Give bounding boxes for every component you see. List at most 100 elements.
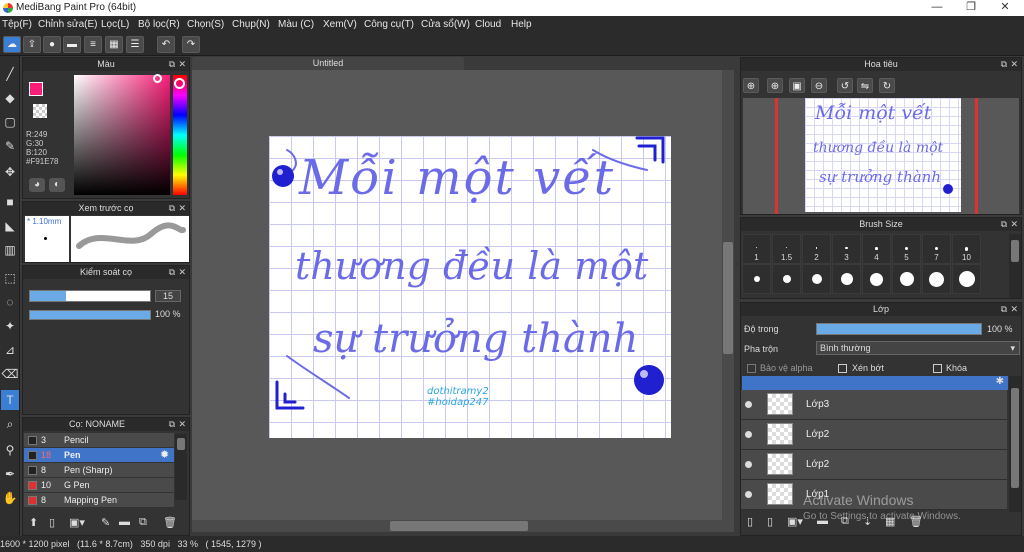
color-settings-icon[interactable]: ◐ [49, 178, 65, 192]
maximize-button[interactable]: ❐ [954, 0, 988, 16]
rotate-right-icon[interactable]: ↻ [879, 78, 895, 93]
menu-select-layer[interactable]: Lọc(L) [101, 19, 129, 30]
clipping-checkbox[interactable] [838, 364, 847, 373]
brush-size-preset[interactable]: 10 [952, 234, 981, 294]
popout-icon[interactable]: ⧉ [169, 266, 175, 279]
menu-help[interactable]: Help [511, 19, 532, 30]
brush-size-preset[interactable]: 2 [802, 234, 831, 294]
visibility-icon[interactable] [745, 491, 752, 498]
zoom-out-icon[interactable]: ⊖ [811, 78, 827, 93]
hand-tool-icon[interactable]: ✋ [1, 488, 19, 508]
popout-icon[interactable]: ⧉ [169, 418, 175, 431]
brush-size-preset[interactable]: 1 [742, 234, 771, 294]
eraser-tool-icon[interactable]: ◆ [1, 88, 19, 108]
close-icon[interactable]: ✕ [1010, 218, 1018, 231]
minimize-button[interactable]: — [920, 0, 954, 16]
menu-tools[interactable]: Công cụ(T) [364, 19, 414, 30]
add-layer-menu-icon[interactable]: ▣▾ [787, 515, 803, 528]
brush-size-slider[interactable] [29, 290, 151, 302]
pen-tool-icon[interactable]: ✎ [1, 136, 19, 156]
move-tool-icon[interactable]: ✥ [1, 162, 19, 182]
select-pen-tool-icon[interactable]: ⊿ [1, 340, 19, 360]
brush-menu-icon[interactable]: ▣▾ [69, 516, 85, 529]
brush-size-scrollbar[interactable] [1009, 234, 1021, 298]
popout-icon[interactable]: ⧉ [1001, 303, 1007, 316]
rectangle-tool-icon[interactable]: ▢ [1, 112, 19, 132]
brush-list-item[interactable]: 8 Pen (Sharp) [24, 463, 174, 478]
protect-alpha-checkbox[interactable] [747, 364, 756, 373]
drawing-canvas[interactable]: Mỗi một vết thương đều là một sự trưởng … [269, 136, 671, 438]
layers-scrollbar[interactable] [1009, 376, 1021, 512]
select-tool-icon[interactable]: ⬚ [1, 268, 19, 288]
menu-color[interactable]: Màu (C) [278, 19, 314, 30]
gradient-tool-icon[interactable]: ▥ [1, 240, 19, 260]
zoom-in-icon[interactable]: ⊕ [743, 78, 759, 93]
document-tab[interactable]: Untitled [192, 57, 464, 70]
menu-view[interactable]: Xem(V) [323, 19, 357, 30]
shape-tool-icon[interactable]: ■ [1, 192, 19, 212]
add-brush-icon[interactable]: ⬆ [29, 516, 38, 529]
brush-list-item[interactable]: 10 G Pen [24, 478, 174, 493]
layer-row[interactable]: Lớp2 [741, 420, 1007, 450]
close-button[interactable]: ✕ [988, 0, 1022, 16]
fit-view-icon[interactable]: ▣ [789, 78, 805, 93]
popout-icon[interactable]: ⧉ [169, 58, 175, 71]
rotate-left-icon[interactable]: ↺ [837, 78, 853, 93]
brush-opacity-slider[interactable] [29, 310, 151, 320]
copy-icon[interactable]: ⧉ [139, 516, 147, 529]
layer-row[interactable]: Lớp3 [741, 390, 1007, 420]
brush-size-value[interactable]: 15 [155, 290, 181, 302]
brush-settings-gear-icon[interactable]: ✹ [160, 448, 169, 463]
visibility-icon[interactable] [745, 431, 752, 438]
close-icon[interactable]: ✕ [178, 202, 186, 215]
horizontal-scroll-thumb[interactable] [390, 521, 528, 531]
close-icon[interactable]: ✕ [178, 418, 186, 431]
menu-filter[interactable]: Bộ lọc(R) [138, 19, 180, 30]
brush-settings-icon[interactable]: ✎ [101, 516, 110, 529]
color-picker-handle[interactable] [153, 74, 162, 83]
brush-list-item[interactable]: 8 Mapping Pen [24, 493, 174, 508]
brush-list-item[interactable]: 18 Pen ✹ [24, 448, 174, 463]
transparent-color-swatch[interactable] [33, 104, 47, 118]
brush-size-preset[interactable]: 5 [892, 234, 921, 294]
brush-list-item[interactable]: 3 Pencil [24, 433, 174, 448]
primary-color-swatch[interactable] [29, 82, 43, 96]
vertical-scroll-thumb[interactable] [723, 242, 733, 354]
visibility-icon[interactable] [745, 461, 752, 468]
new-layer-2-icon[interactable]: ▯ [767, 515, 773, 528]
menu-capture[interactable]: Chụp(N) [232, 19, 270, 30]
brush-list-scrollbar[interactable] [175, 434, 187, 500]
popout-icon[interactable]: ⧉ [1001, 218, 1007, 231]
list-icon[interactable]: ☰ [126, 36, 144, 53]
brush-tool-icon[interactable]: ╱ [1, 64, 19, 84]
palette-icon[interactable]: ◕ [29, 178, 45, 192]
folder-icon[interactable]: ▬ [119, 516, 130, 528]
menu-cloud[interactable]: Cloud [475, 19, 501, 30]
close-icon[interactable]: ✕ [178, 266, 186, 279]
layer-row[interactable]: Lớp2 [741, 450, 1007, 480]
cloud-icon[interactable]: ☁ [3, 36, 21, 53]
saturation-value-picker[interactable] [74, 75, 170, 195]
lock-checkbox[interactable] [933, 364, 942, 373]
new-brush-icon[interactable]: ▯ [49, 516, 55, 529]
eyedropper-tool-icon[interactable]: ⚲ [1, 440, 19, 460]
brush-size-preset[interactable]: 4 [862, 234, 891, 294]
document-icon[interactable]: ≡ [84, 36, 102, 53]
popout-icon[interactable]: ⧉ [1001, 58, 1007, 71]
hue-handle[interactable] [174, 78, 185, 89]
comment-icon[interactable]: ● [43, 36, 61, 53]
selected-layer-strip[interactable]: ✱ [742, 376, 1008, 390]
menu-select[interactable]: Chọn(S) [187, 19, 224, 30]
menu-file[interactable]: Tệp(F) [2, 19, 32, 30]
chat-icon[interactable]: ▬ [63, 36, 81, 53]
layer-opacity-slider[interactable] [816, 323, 982, 335]
close-icon[interactable]: ✕ [1010, 58, 1018, 71]
blend-mode-select[interactable]: Bình thường ▾ [816, 341, 1020, 355]
close-icon[interactable]: ✕ [178, 58, 186, 71]
flip-icon[interactable]: ⇋ [857, 78, 873, 93]
delete-brush-icon[interactable]: 🗑 [163, 516, 177, 529]
visibility-icon[interactable] [745, 401, 752, 408]
brush-size-preset[interactable]: 1.5 [772, 234, 801, 294]
redo-icon[interactable]: ↷ [182, 36, 200, 53]
text-tool-icon[interactable]: T [1, 390, 19, 410]
